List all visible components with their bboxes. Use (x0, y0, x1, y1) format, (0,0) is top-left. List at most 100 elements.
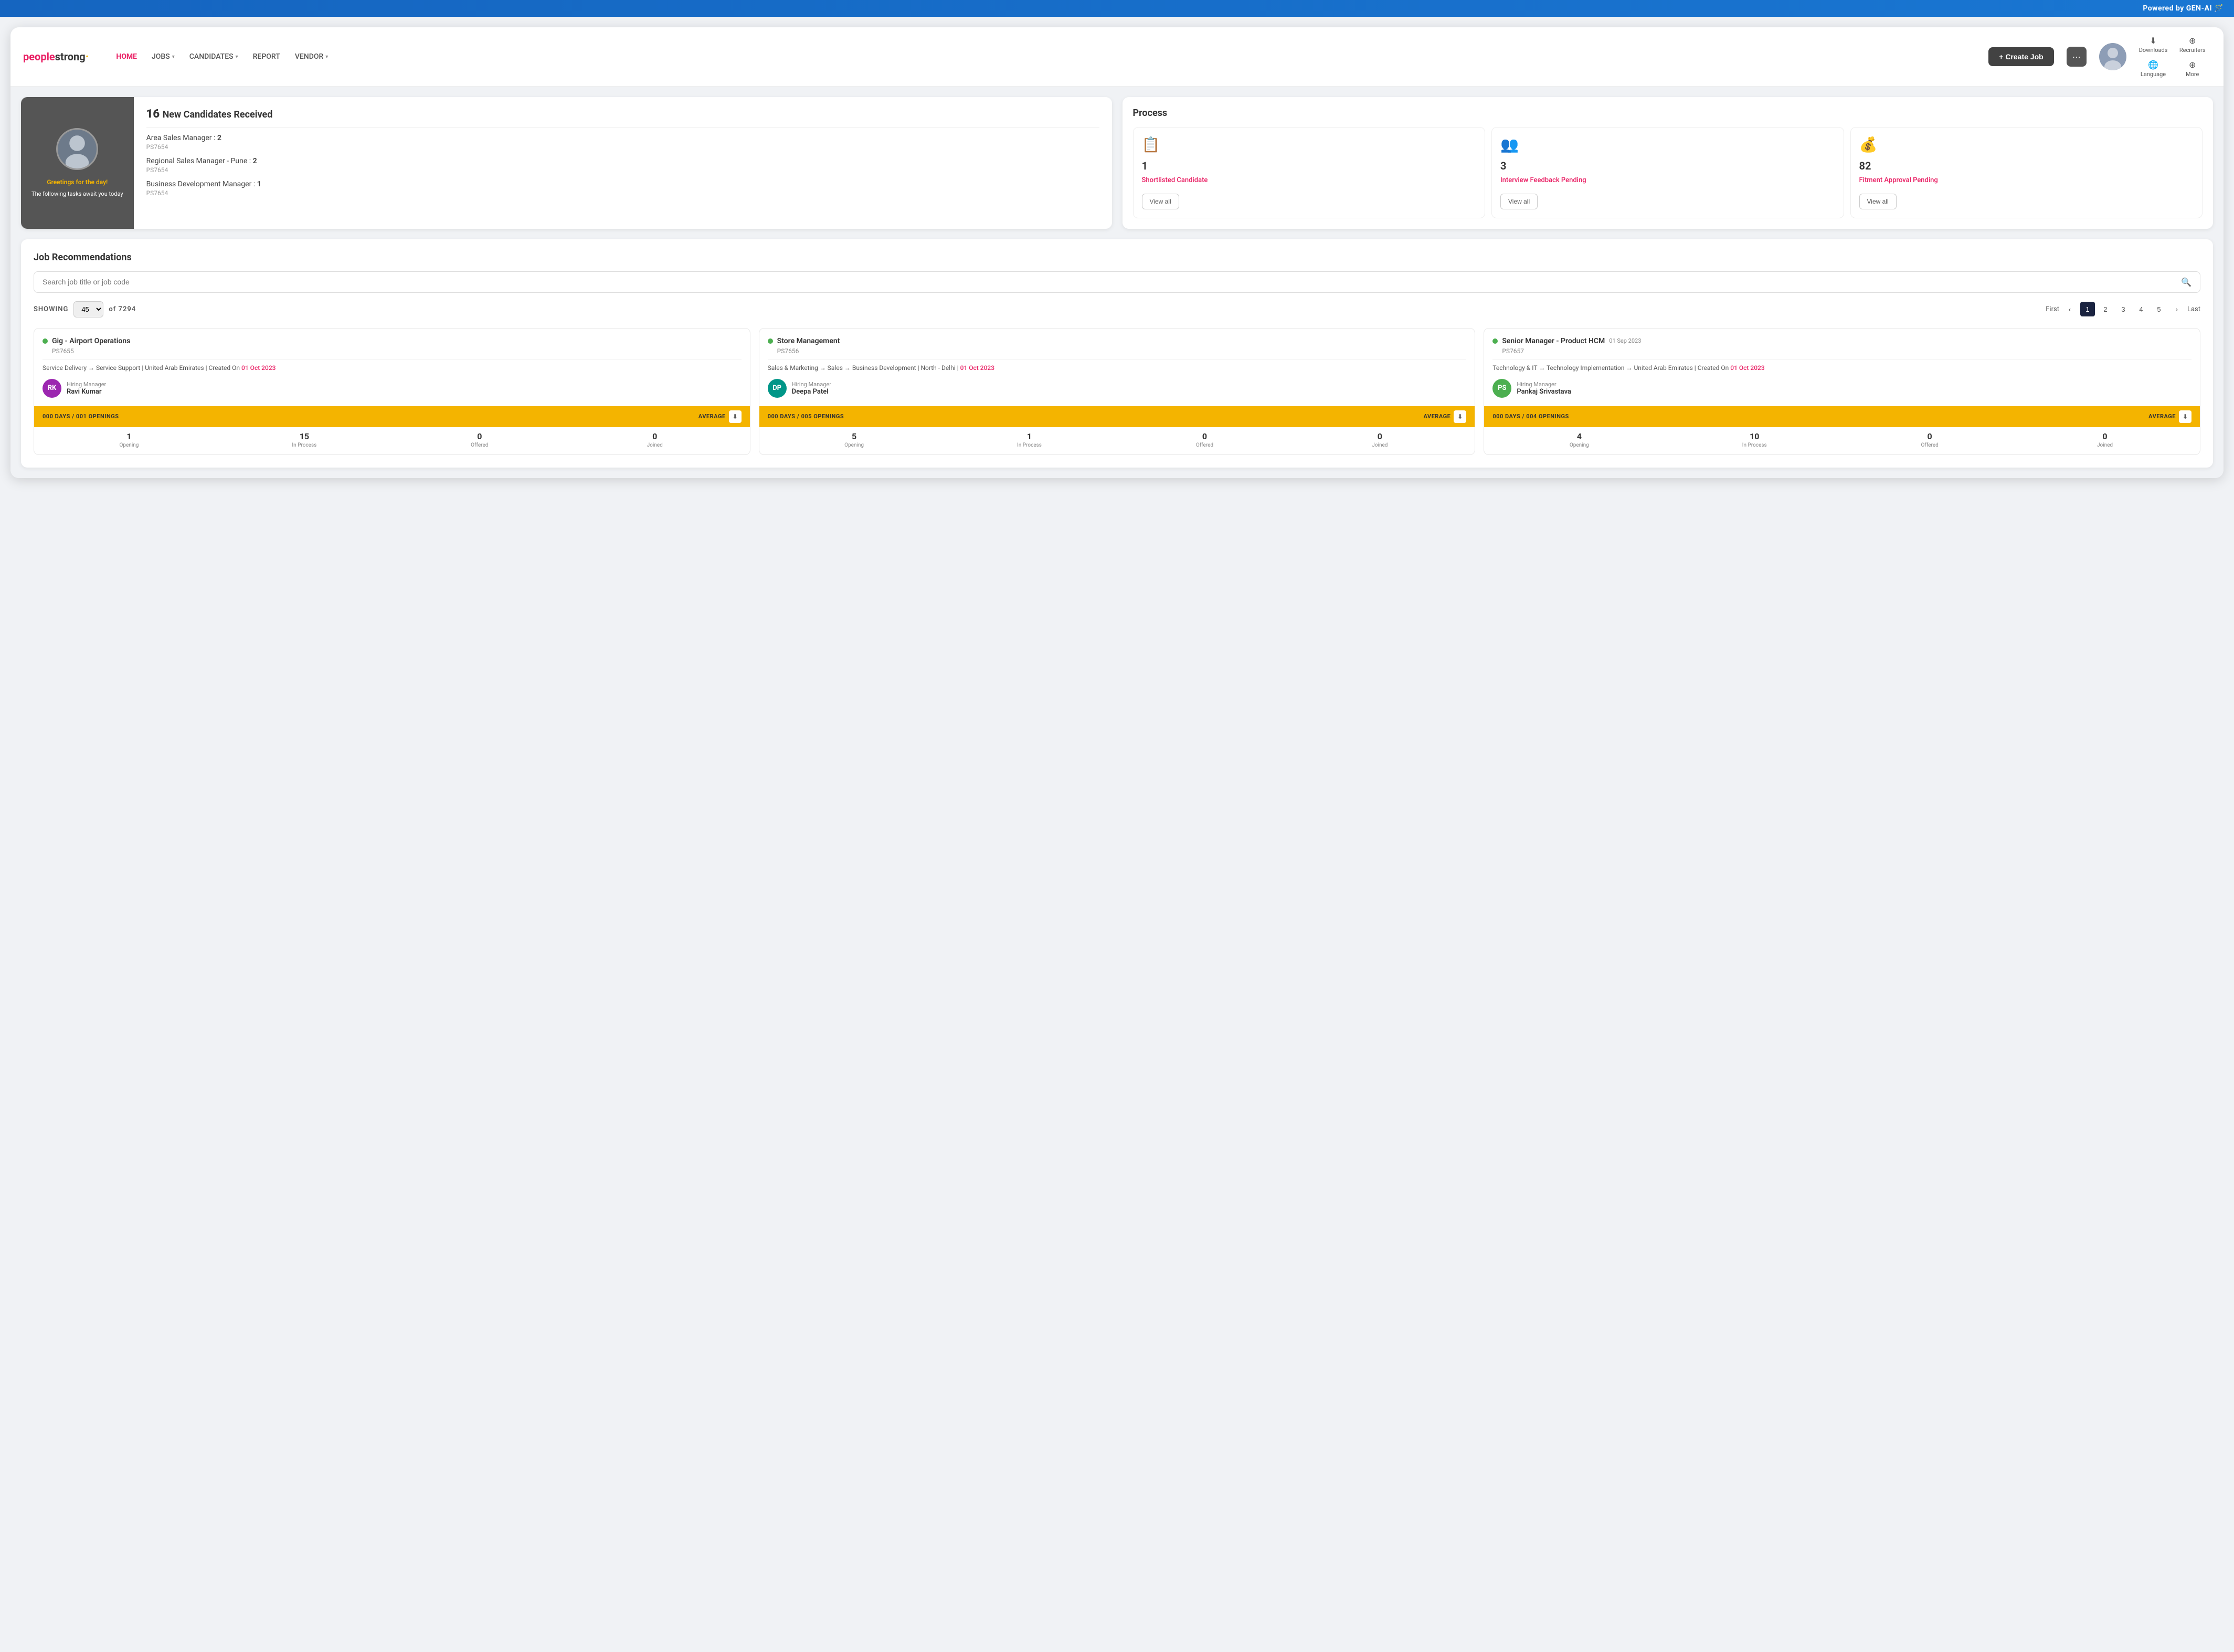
content-area: Greetings for the day! The following tas… (10, 87, 2224, 478)
job-date-link-1[interactable]: 01 Oct 2023 (241, 364, 276, 372)
job-dept-1: Service Delivery → Service Support | Uni… (43, 364, 742, 373)
nav-report[interactable]: REPORT (247, 48, 287, 65)
list-item: Area Sales Manager : 2 PS7654 (146, 134, 1099, 151)
job-download-btn-2[interactable]: ⬇ (1454, 410, 1466, 423)
pagination-prev[interactable]: ‹ (2062, 302, 2077, 316)
pagination-next[interactable]: › (2169, 302, 2184, 316)
job-title-row-1: Gig - Airport Operations (43, 337, 742, 345)
nav-links: HOME JOBS ▾ CANDIDATES ▾ REPORT VENDOR ▾ (110, 48, 1976, 65)
create-job-button[interactable]: + Create Job (1988, 47, 2053, 66)
search-input[interactable] (43, 278, 2177, 286)
job-footer-info-3: 000 DAYS / 004 OPENINGS (1492, 413, 1569, 420)
nav-candidates[interactable]: CANDIDATES ▾ (183, 48, 245, 65)
chat-button[interactable]: ⋯ (2067, 47, 2087, 67)
genai-banner: Powered by GEN-AI 🪄 (0, 0, 2234, 17)
nav-vendor[interactable]: VENDOR ▾ (289, 48, 335, 65)
stat-opening-1: 1 Opening (43, 431, 216, 448)
stat-offered-2: 0 Offered (1118, 431, 1291, 448)
interview-icon: 👥 (1500, 136, 1835, 153)
stat-opening-3: 4 Opening (1492, 431, 1666, 448)
hiring-manager-2: DP Hiring Manager Deepa Patel (768, 379, 1467, 398)
job-footer-info-2: 000 DAYS / 005 OPENINGS (768, 413, 844, 420)
stat-joined-3: 0 Joined (2018, 431, 2191, 448)
language-icon: 🌐 (2148, 60, 2158, 70)
greeting-card: Greetings for the day! The following tas… (21, 97, 1112, 229)
list-item: Business Development Manager : 1 PS7654 (146, 180, 1099, 197)
hm-avatar-1: RK (43, 379, 61, 398)
process-item-interview: 👥 3 Interview Feedback Pending View all (1491, 127, 1844, 218)
shortlisted-count: 1 (1142, 160, 1477, 172)
user-avatar-large (56, 128, 98, 170)
user-avatar-svg (58, 128, 97, 170)
job-title-2: Store Management (777, 337, 840, 345)
hm-avatar-2: DP (768, 379, 787, 398)
downloads-button[interactable]: ⬇ Downloads (2135, 34, 2172, 56)
pagination-page-5[interactable]: 5 (2152, 302, 2166, 316)
job-dept-3: Technology & IT → Technology Implementat… (1492, 364, 2191, 373)
nav-quick-actions: ⬇ Downloads ⊕ Recruiters 🌐 Language ⊕ Mo… (2135, 34, 2211, 80)
avatar[interactable] (2099, 43, 2126, 70)
status-dot-1 (43, 338, 48, 344)
pagination-page-2[interactable]: 2 (2098, 302, 2113, 316)
stat-joined-2: 0 Joined (1293, 431, 1466, 448)
logo[interactable]: peoplestrong· (23, 50, 89, 63)
vendor-chevron-icon: ▾ (325, 54, 328, 60)
stat-offered-3: 0 Offered (1843, 431, 2016, 448)
pagination-row: SHOWING 45 25 10 of 7294 First ‹ 1 2 3 (34, 301, 2200, 317)
pagination-page-4[interactable]: 4 (2134, 302, 2148, 316)
fitment-view-all-button[interactable]: View all (1859, 194, 1897, 209)
shortlisted-label: Shortlisted Candidate (1142, 176, 1477, 185)
pagination-page-1[interactable]: 1 (2080, 302, 2095, 316)
nav-jobs[interactable]: JOBS ▾ (145, 48, 181, 65)
more-button[interactable]: ⊕ More (2174, 58, 2211, 80)
hiring-manager-1: RK Hiring Manager Ravi Kumar (43, 379, 742, 398)
job-dept-2: Sales & Marketing → Sales → Business Dev… (768, 364, 1467, 373)
pagination-last[interactable]: Last (2187, 305, 2200, 313)
pagination-first[interactable]: First (2046, 305, 2059, 313)
job-title-1: Gig - Airport Operations (52, 337, 130, 345)
nav-home[interactable]: HOME (110, 48, 143, 65)
downloads-icon: ⬇ (2150, 36, 2156, 46)
recommendations-title: Job Recommendations (34, 252, 2200, 263)
job-stats-3: 4 Opening 10 In Process 0 Offered (1484, 427, 2200, 454)
stat-inprocess-2: 1 In Process (943, 431, 1116, 448)
chat-icon: ⋯ (2072, 52, 2081, 62)
avatar-image (2099, 43, 2126, 70)
recruiters-button[interactable]: ⊕ Recruiters (2174, 34, 2211, 56)
showing-select[interactable]: 45 25 10 (73, 301, 103, 317)
process-card: Process 📋 1 Shortlisted Candidate View a… (1123, 97, 2214, 229)
pagination-page-3[interactable]: 3 (2116, 302, 2131, 316)
job-code-1: PS7655 (43, 347, 742, 355)
fitment-label: Fitment Approval Pending (1859, 176, 2194, 185)
navigation: peoplestrong· HOME JOBS ▾ CANDIDATES ▾ R… (10, 27, 2224, 87)
shortlisted-icon: 📋 (1142, 136, 1477, 153)
job-date-link-2[interactable]: 01 Oct 2023 (960, 364, 994, 372)
status-dot-2 (768, 338, 773, 344)
job-card-3-body: Senior Manager - Product HCM 01 Sep 2023… (1484, 329, 2200, 406)
interview-view-all-button[interactable]: View all (1500, 194, 1538, 209)
hm-avatar-3: PS (1492, 379, 1511, 398)
job-card-3: Senior Manager - Product HCM 01 Sep 2023… (1484, 328, 2200, 455)
job-title-row-3: Senior Manager - Product HCM 01 Sep 2023 (1492, 337, 2191, 345)
job-code-2: PS7656 (768, 347, 1467, 355)
logo-strong: strong (55, 50, 86, 63)
job-date-link-3[interactable]: 01 Oct 2023 (1730, 364, 1764, 372)
job-card-1-body: Gig - Airport Operations PS7655 Service … (34, 329, 750, 406)
logo-people: people (23, 50, 55, 63)
stat-inprocess-3: 10 In Process (1668, 431, 1841, 448)
hm-info-1: Hiring Manager Ravi Kumar (67, 381, 106, 396)
top-section: Greetings for the day! The following tas… (21, 97, 2213, 229)
job-code-3: PS7657 (1492, 347, 2191, 355)
process-item-shortlisted: 📋 1 Shortlisted Candidate View all (1133, 127, 1486, 218)
language-button[interactable]: 🌐 Language (2135, 58, 2172, 80)
job-download-btn-1[interactable]: ⬇ (729, 410, 742, 423)
job-card-2: Store Management PS7656 Sales & Marketin… (759, 328, 1476, 455)
process-items: 📋 1 Shortlisted Candidate View all 👥 3 I… (1133, 127, 2203, 218)
job-recommendations-section: Job Recommendations 🔍 SHOWING 45 25 10 (21, 239, 2213, 468)
job-title-row-2: Store Management (768, 337, 1467, 345)
job-stats-1: 1 Opening 15 In Process 0 Offered (34, 427, 750, 454)
shortlisted-view-all-button[interactable]: View all (1142, 194, 1179, 209)
job-download-btn-3[interactable]: ⬇ (2179, 410, 2191, 423)
tasks-text: The following tasks await you today (31, 190, 123, 198)
greeting-right-panel: 16 New Candidates Received Area Sales Ma… (134, 97, 1112, 229)
